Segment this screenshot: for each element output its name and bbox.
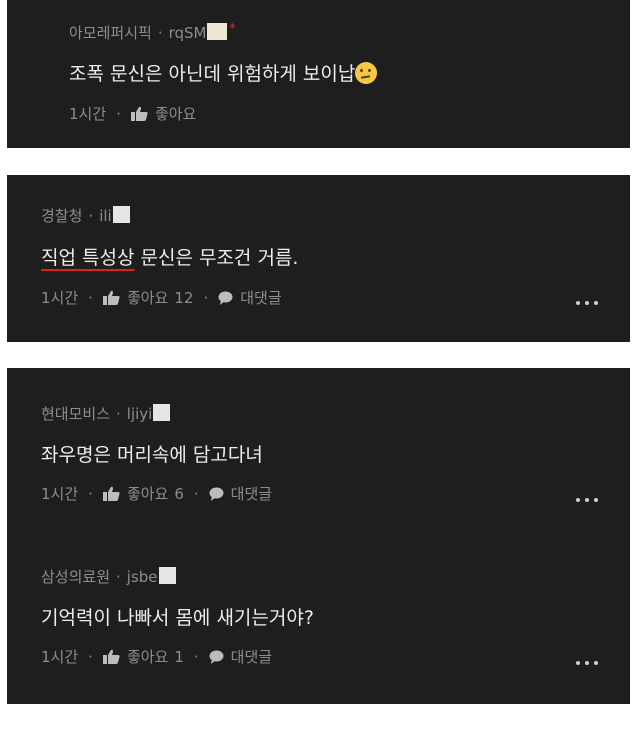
like-button[interactable]: 좋아요 12 [102,287,194,308]
more-dots-icon[interactable] [576,301,600,307]
speech-bubble-icon [209,487,224,501]
comment-text: 좌우명은 머리속에 담고다녀 [41,440,263,467]
author-company: 삼성의료원 [41,568,111,586]
reply-label: 대댓글 [240,289,282,307]
separator-dot: · [203,288,209,307]
comment-actions: 1시간 · 좋아요 12 · 대댓글 [41,287,282,308]
comment-actions: 1시간 · 좋아요 1 · 대댓글 [41,646,272,667]
more-dots-icon[interactable] [576,498,600,504]
separator-dot: · [116,104,121,123]
comment-text: 기억력이 나빠서 몸에 새기는거야? [41,603,314,630]
separator-dot: · [88,288,93,307]
thinking-face-icon [355,62,378,84]
reply-button[interactable]: 대댓글 [209,646,272,667]
thumbs-up-icon [130,106,148,121]
author-handle: jsbe [126,568,158,586]
comment-actions: 1시간 · 좋아요 6 · 대댓글 [41,483,272,504]
comment-time: 1시간 [69,105,107,123]
separator-dot: · [88,207,94,225]
comment-card: 현대모비스 · ljiyi 좌우명은 머리속에 담고다녀 1시간 · 좋아요 6 ·… [7,368,630,704]
like-label: 좋아요 [126,648,169,666]
comment-body: 문신은 무조건 거름. [134,247,299,269]
comment-meta: 현대모비스 · ljiyi [41,403,171,424]
author-company: 아모레퍼시픽 [69,24,152,42]
comment-card: 경찰청 · ili 직업 특성상 문신은 무조건 거름. 1시간 · 좋아요 12 … [7,175,630,342]
comment-body: 좌우명은 머리속에 담고다녀 [41,444,263,466]
author-company: 현대모비스 [41,405,111,423]
redaction-box [153,404,171,421]
redaction-box [158,567,176,584]
like-button[interactable]: 좋아요 [130,103,197,124]
speech-bubble-icon [218,291,233,305]
redaction-box [207,23,228,40]
thumbs-up-icon [102,290,120,305]
like-label: 좋아요 [126,485,169,503]
comment-time: 1시간 [41,648,79,666]
thumbs-up-icon [102,649,120,664]
comment-meta: 삼성의료원 · jsbe [41,566,176,587]
comment-meta: 경찰청 · ili [41,205,130,226]
comment-body: 조폭 문신은 아닌데 위험하게 보이납 [69,63,356,85]
reply-button[interactable]: 대댓글 [209,483,272,504]
reply-label: 대댓글 [230,648,273,666]
like-count: 1 [174,647,184,666]
like-count: 6 [174,484,184,503]
like-button[interactable]: 좋아요 1 [102,646,184,667]
separator-dot: · [193,647,199,666]
like-label: 좋아요 [154,105,197,123]
comment-card: 아모레퍼시픽 · rqSM * 조폭 문신은 아닌데 위험하게 보이납 1시간 · 좋… [7,0,630,148]
separator-dot: · [116,405,121,423]
comment-meta: 아모레퍼시픽 · rqSM * [69,21,235,43]
comment-body: 기억력이 나빠서 몸에 새기는거야? [41,607,314,629]
thumbs-up-icon [102,486,120,501]
like-button[interactable]: 좋아요 6 [102,483,184,504]
more-dots-icon[interactable] [576,661,600,667]
reply-button[interactable]: 대댓글 [218,287,282,308]
underlined-text: 직업 특성상 [41,247,135,269]
separator-dot: · [88,647,93,666]
comment-text: 직업 특성상 문신은 무조건 거름. [41,243,298,270]
author-handle: rqSM [168,24,207,42]
separator-dot: · [88,484,93,503]
author-mark-icon: * [229,21,236,35]
like-label: 좋아요 [126,289,169,307]
comment-actions: 1시간 · 좋아요 [69,103,196,124]
separator-dot: · [193,484,199,503]
comment-time: 1시간 [41,485,79,503]
comment-text: 조폭 문신은 아닌데 위험하게 보이납 [69,59,378,86]
comment-time: 1시간 [41,289,79,307]
redaction-box [112,206,130,223]
author-handle: ljiyi [126,405,153,423]
separator-dot: · [116,568,121,586]
reply-label: 대댓글 [230,485,273,503]
author-company: 경찰청 [41,207,83,225]
like-count: 12 [174,288,194,307]
author-handle: ili [99,207,112,225]
separator-dot: · [157,24,163,42]
speech-bubble-icon [209,650,224,664]
